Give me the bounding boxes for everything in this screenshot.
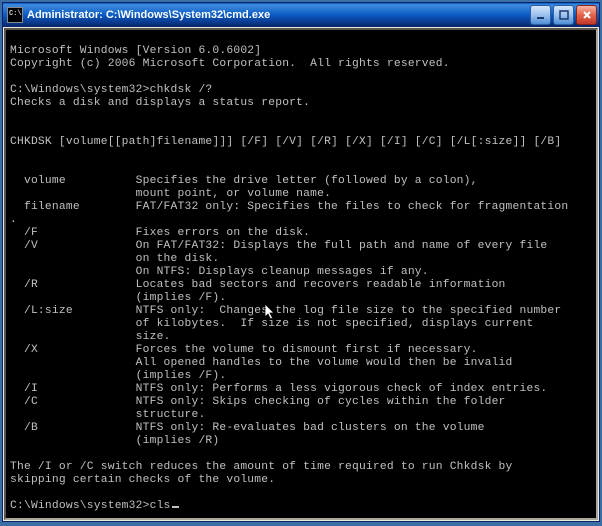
window-controls [530, 5, 597, 25]
footer-note: The /I or /C switch reduces the amount o… [10, 461, 513, 486]
cmd-window: Administrator: C:\Windows\System32\cmd.e… [2, 2, 600, 522]
minimize-button[interactable] [530, 5, 551, 25]
minimize-icon [536, 10, 546, 20]
copyright-line: Copyright (c) 2006 Microsoft Corporation… [10, 58, 450, 70]
prompt-line-1: C:\Windows\system32>chkdsk /? [10, 84, 212, 96]
close-button[interactable] [576, 5, 597, 25]
cmd-syntax: CHKDSK [volume[[path]filename]]] [/F] [/… [10, 136, 561, 148]
cmd-icon [7, 7, 23, 23]
cmd-description: Checks a disk and displays a status repo… [10, 97, 310, 109]
maximize-button[interactable] [553, 5, 574, 25]
version-line: Microsoft Windows [Version 6.0.6002] [10, 45, 261, 57]
close-icon [582, 10, 592, 20]
prompt-line-2: C:\Windows\system32>cls [10, 500, 179, 512]
parameter-list: volume Specifies the drive letter (follo… [10, 175, 592, 448]
titlebar[interactable]: Administrator: C:\Windows\System32\cmd.e… [3, 3, 599, 27]
console-output[interactable]: Microsoft Windows [Version 6.0.6002] Cop… [4, 28, 598, 520]
maximize-icon [559, 10, 569, 20]
window-title: Administrator: C:\Windows\System32\cmd.e… [27, 9, 530, 21]
text-cursor [172, 506, 179, 508]
